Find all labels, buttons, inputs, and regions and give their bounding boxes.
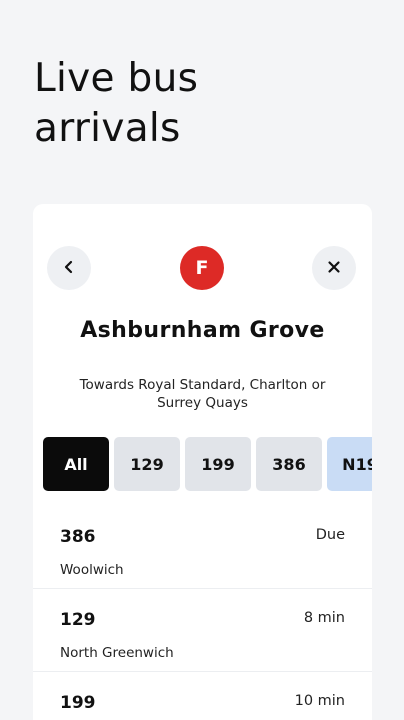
stop-letter-badge: F — [180, 246, 224, 290]
route-destination: North Greenwich — [60, 645, 174, 661]
filter-chip-199[interactable]: 199 — [185, 437, 251, 491]
filter-chip-386[interactable]: 386 — [256, 437, 322, 491]
route-number: 199 — [60, 693, 96, 713]
arrivals-list: 386 Due Woolwich 129 8 min North Greenwi… — [33, 506, 372, 720]
page-title: Live bus arrivals — [34, 56, 199, 151]
chevron-left-icon — [62, 259, 76, 278]
close-button[interactable] — [312, 246, 356, 290]
arrival-row[interactable]: 386 Due Woolwich — [33, 506, 372, 589]
stop-card: F Ashburnham Grove Towards Royal Standar… — [33, 204, 372, 720]
back-button[interactable] — [47, 246, 91, 290]
route-number: 129 — [60, 610, 96, 630]
close-icon — [327, 259, 341, 278]
filter-chip-n19[interactable]: N19 — [327, 437, 372, 491]
filter-chip-all[interactable]: All — [43, 437, 109, 491]
filter-chip-129[interactable]: 129 — [114, 437, 180, 491]
arrival-eta: 10 min — [294, 693, 345, 709]
arrival-eta: 8 min — [303, 610, 345, 626]
arrival-row[interactable]: 199 10 min — [33, 672, 372, 720]
route-number: 386 — [60, 527, 96, 547]
route-filter-bar: All 129 199 386 N19 — [43, 437, 372, 491]
route-destination: Woolwich — [60, 562, 124, 578]
arrival-row[interactable]: 129 8 min North Greenwich — [33, 589, 372, 672]
app-screen: Live bus arrivals F Ashburnham Grove Tow… — [0, 0, 404, 720]
stop-direction: Towards Royal Standard, Charlton or Surr… — [79, 377, 326, 411]
arrival-eta: Due — [315, 527, 345, 543]
stop-name: Ashburnham Grove — [80, 318, 325, 343]
